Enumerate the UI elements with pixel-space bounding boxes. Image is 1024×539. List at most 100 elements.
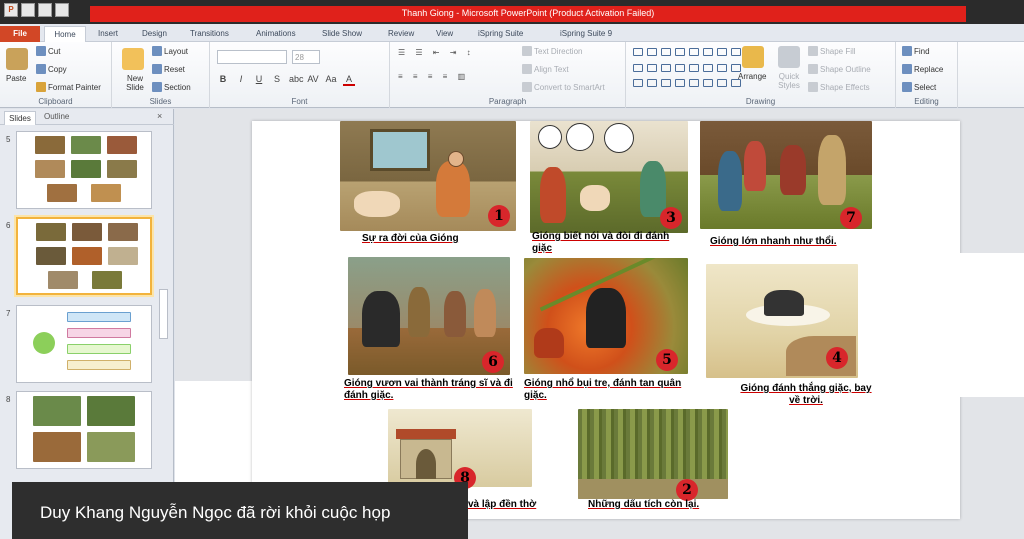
window-illustration — [370, 129, 430, 171]
baby-figure — [354, 191, 400, 217]
arrange-button[interactable]: Arrange — [738, 72, 766, 81]
tab-ispring-suite-9[interactable]: iSpring Suite 9 — [560, 26, 612, 42]
copy-label: Copy — [48, 65, 67, 74]
layout-button[interactable]: Layout — [152, 46, 188, 56]
panel-caption: Gióng biết nói và đòi đi đánh giặc — [532, 231, 670, 254]
strikethrough-button[interactable]: S — [271, 74, 283, 86]
brush-icon — [36, 82, 46, 92]
villager-figure — [744, 141, 766, 191]
shape-effects-label: Shape Effects — [820, 83, 870, 92]
panel-number-badge: 1 — [488, 205, 510, 227]
redo-icon[interactable] — [55, 3, 69, 17]
bold-button[interactable]: B — [217, 74, 229, 86]
tab-home[interactable]: Home — [44, 26, 86, 42]
panel-caption: Gióng lớn nhanh như thổi. — [710, 236, 837, 247]
tab-animations[interactable]: Animations — [256, 26, 296, 42]
find-button[interactable]: Find — [902, 46, 930, 56]
select-button[interactable]: Select — [902, 82, 936, 92]
villager-figure — [444, 291, 466, 337]
font-group-label: Font — [291, 97, 308, 106]
speech-bubble — [538, 125, 562, 149]
cut-label: Cut — [48, 47, 61, 56]
tab-outline[interactable]: Outline — [44, 112, 69, 121]
tab-transitions[interactable]: Transitions — [190, 26, 229, 42]
panel-number-badge: 3 — [660, 207, 682, 229]
tab-slides[interactable]: Slides — [4, 111, 36, 125]
tab-design[interactable]: Design — [142, 26, 167, 42]
slide-thumbnail-6[interactable] — [16, 217, 152, 295]
tab-slide-show[interactable]: Slide Show — [322, 26, 362, 42]
quick-access-toolbar: P — [4, 3, 69, 17]
slide-thumbnail-5[interactable] — [16, 131, 152, 209]
save-icon[interactable] — [21, 3, 35, 17]
reset-label: Reset — [164, 65, 185, 74]
new-slide-button[interactable]: New Slide — [118, 74, 152, 92]
title-bar: P Thanh Giong - Microsoft PowerPoint (Pr… — [0, 0, 1024, 24]
slide-number: 6 — [6, 221, 11, 230]
align-text-button[interactable]: Align Text — [522, 64, 569, 74]
text-direction-button[interactable]: Text Direction — [522, 46, 582, 56]
shapes-gallery[interactable] — [633, 48, 741, 92]
spacing-button[interactable]: AV — [307, 74, 319, 86]
font-name-box[interactable] — [217, 50, 287, 64]
underline-button[interactable]: U — [253, 74, 265, 86]
smartart-button[interactable]: Convert to SmartArt — [522, 82, 605, 92]
editing-group-label: Editing — [914, 97, 939, 106]
quick-styles-icon — [778, 46, 800, 68]
binoculars-icon — [902, 46, 912, 56]
format-painter-button[interactable]: Format Painter — [36, 82, 101, 92]
shape-outline-button[interactable]: Shape Outline — [808, 64, 871, 74]
ribbon: Paste Cut Copy Format Painter Clipboard … — [0, 42, 1024, 108]
shape-fill-button[interactable]: Shape Fill — [808, 46, 856, 56]
mother-figure — [436, 161, 470, 217]
iron-horse — [586, 288, 626, 348]
shape-effects-button[interactable]: Shape Effects — [808, 82, 870, 92]
close-icon[interactable]: × — [157, 111, 162, 121]
powerpoint-app-icon[interactable]: P — [4, 3, 18, 17]
tab-view[interactable]: View — [436, 26, 453, 42]
font-color-button[interactable]: A — [343, 74, 355, 86]
panel-caption: Gióng đánh thắng giặc, bay về trời. — [740, 383, 872, 406]
replace-button[interactable]: Replace — [902, 64, 943, 74]
pane-scrollbar[interactable] — [159, 289, 168, 339]
select-label: Select — [914, 83, 937, 92]
speech-bubble — [566, 123, 594, 151]
reset-button[interactable]: Reset — [152, 64, 185, 74]
slide-thumbnail-7[interactable] — [16, 305, 152, 383]
tab-ispring-suite[interactable]: iSpring Suite — [478, 26, 523, 42]
shadow-button[interactable]: abc — [289, 74, 304, 86]
window-title: Thanh Giong - Microsoft PowerPoint (Prod… — [401, 8, 655, 18]
slide-number: 7 — [6, 309, 11, 318]
text-direction-icon — [522, 46, 532, 56]
drawing-group: Arrange Quick Styles Shape Fill Shape Ou… — [626, 42, 896, 108]
font-size-box[interactable]: 28 — [292, 50, 320, 64]
undo-icon[interactable] — [38, 3, 52, 17]
slide-thumbnail-8[interactable] — [16, 391, 152, 469]
tab-review[interactable]: Review — [388, 26, 414, 42]
change-case-button[interactable]: Aa — [325, 74, 337, 86]
meeting-notification: Duy Khang Nguyễn Ngọc đã rời khỏi cuộc h… — [12, 482, 468, 539]
cut-button[interactable]: Cut — [36, 46, 60, 56]
text-direction-label: Text Direction — [534, 47, 583, 56]
font-group: 28 B I U S abc AV Aa A Font — [210, 42, 390, 108]
panel-caption: Gióng nhổ bụi tre, đánh tan quân giặc. — [524, 378, 682, 401]
cursor-icon — [902, 82, 912, 92]
italic-button[interactable]: I — [235, 74, 247, 86]
slides-pane: Slides Outline × 5 6 7 8 — [0, 109, 174, 539]
layout-icon — [152, 46, 162, 56]
paste-button[interactable]: Paste — [6, 74, 26, 83]
quick-styles-button[interactable]: Quick Styles — [774, 72, 804, 90]
list-buttons-icon[interactable]: ☰ ☰ ⇤ ⇥ ↕ — [398, 48, 475, 57]
copy-button[interactable]: Copy — [36, 64, 67, 74]
tab-file[interactable]: File — [0, 26, 40, 42]
clipboard-group-label: Clipboard — [38, 97, 73, 106]
speech-bubble — [604, 123, 634, 153]
panel-number-badge: 6 — [482, 351, 504, 373]
section-label: Section — [164, 83, 191, 92]
section-button[interactable]: Section — [152, 82, 191, 92]
align-buttons-icon[interactable]: ≡ ≡ ≡ ≡ ▥ — [398, 72, 469, 81]
enemy-figure — [534, 328, 564, 358]
powerpoint-window: P Thanh Giong - Microsoft PowerPoint (Pr… — [0, 0, 1024, 539]
tab-insert[interactable]: Insert — [98, 26, 118, 42]
copy-icon — [36, 64, 46, 74]
